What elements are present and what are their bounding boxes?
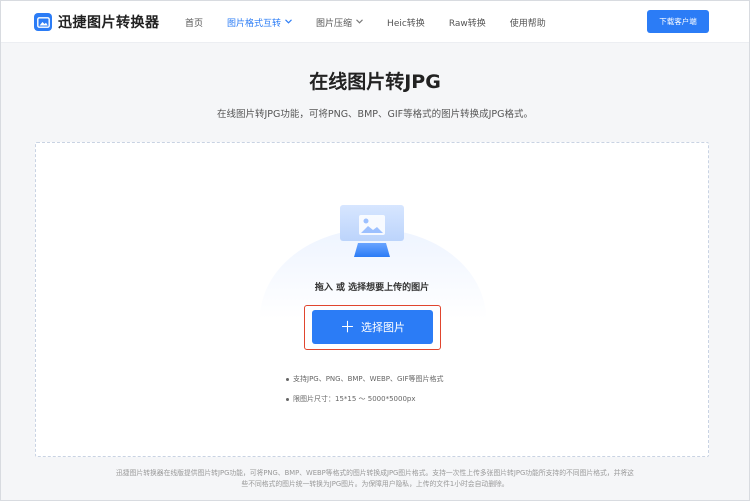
brand-logo[interactable]: 迅捷图片转换器 xyxy=(34,12,160,32)
nav-label: Heic转换 xyxy=(387,18,425,29)
nav-label: 图片压缩 xyxy=(316,18,353,29)
brand-name: 迅捷图片转换器 xyxy=(58,15,160,31)
nav-label: 使用帮助 xyxy=(509,18,546,29)
nav-item-help[interactable]: 使用帮助 xyxy=(510,16,546,29)
main-nav: 首页 图片格式互转 图片压缩 Heic转换 Raw转换 使用帮助 xyxy=(185,1,570,43)
nav-item-home[interactable]: 首页 xyxy=(185,16,203,29)
nav-item-compress[interactable]: 图片压缩 xyxy=(316,16,363,29)
select-image-button[interactable]: ＋ 选择图片 xyxy=(312,310,433,344)
nav-label: Raw转换 xyxy=(448,18,486,29)
chevron-down-icon xyxy=(356,17,363,27)
monitor-image-icon xyxy=(338,203,406,261)
note-item: 支持JPG、PNG、BMP、WEBP、GIF等图片格式 xyxy=(286,369,444,389)
upload-notes: 支持JPG、PNG、BMP、WEBP、GIF等图片格式 限图片尺寸：15*15 … xyxy=(286,369,444,409)
drop-instruction: 拖入 或 选择想要上传的图片 xyxy=(314,283,430,293)
note-formats: 支持JPG、PNG、BMP、WEBP、GIF等图片格式 xyxy=(293,375,444,383)
page-subtitle: 在线图片转JPG功能，可将PNG、BMP、GIF等格式的图片转换成JPG格式。 xyxy=(216,109,534,120)
footer-description: 迅捷图片转换器在线版提供图片转JPG功能，可将PNG、BMP、WEBP等格式的图… xyxy=(41,468,709,490)
note-size: 限图片尺寸：15*15 ～ 5000*5000px xyxy=(293,395,416,403)
select-image-label: 选择图片 xyxy=(361,321,405,334)
plus-icon: ＋ xyxy=(339,317,355,336)
footer-line: 迅捷图片转换器在线版提供图片转JPG功能，可将PNG、BMP、WEBP等格式的图… xyxy=(116,469,634,477)
bullet-icon xyxy=(286,377,289,381)
bullet-icon xyxy=(286,397,289,401)
footer-line: 些不同格式的图片统一转换为JPG图片。为保障用户隐私，上传的文件1小时会自动删除… xyxy=(241,480,509,488)
nav-label: 图片格式互转 xyxy=(227,18,282,29)
nav-item-heic[interactable]: Heic转换 xyxy=(387,16,425,29)
header: 迅捷图片转换器 首页 图片格式互转 图片压缩 Heic转换 Raw转换 使用帮助… xyxy=(1,1,749,43)
upload-dropzone[interactable]: 拖入 或 选择想要上传的图片 ＋ 选择图片 支持JPG、PNG、BMP、WEBP… xyxy=(35,142,709,457)
download-client-button[interactable]: 下载客户端 xyxy=(647,10,709,33)
nav-item-raw[interactable]: Raw转换 xyxy=(449,16,486,29)
nav-label: 首页 xyxy=(185,18,204,29)
page: 迅捷图片转换器 首页 图片格式互转 图片压缩 Heic转换 Raw转换 使用帮助… xyxy=(0,0,750,501)
page-title: 在线图片转JPG xyxy=(309,71,441,93)
note-item: 限图片尺寸：15*15 ～ 5000*5000px xyxy=(286,389,444,409)
image-icon xyxy=(34,13,52,31)
nav-item-format-convert[interactable]: 图片格式互转 xyxy=(227,16,292,29)
chevron-down-icon xyxy=(285,17,292,27)
